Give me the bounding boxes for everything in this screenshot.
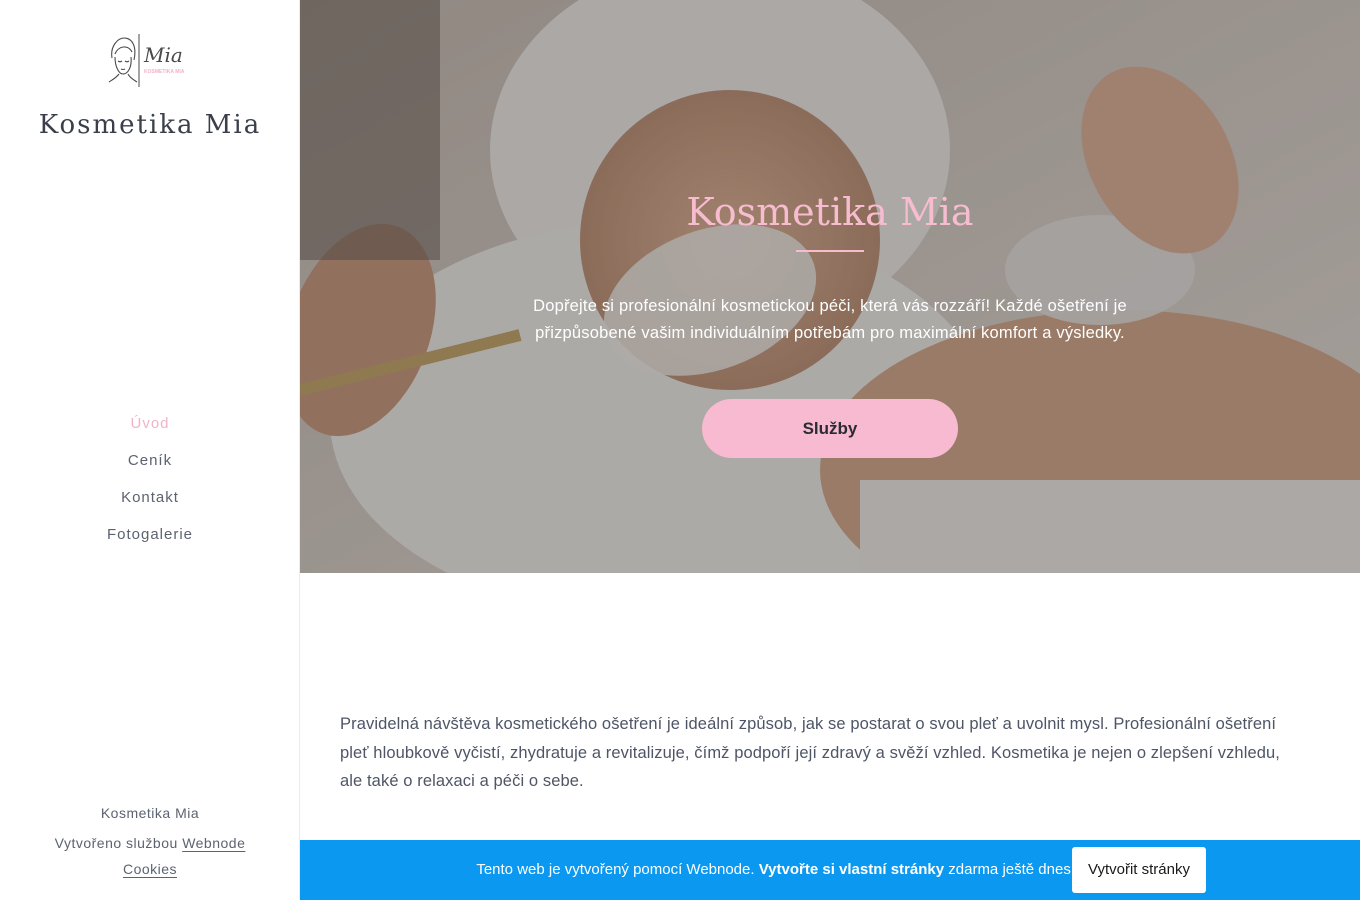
footer-site-name: Kosmetika Mia	[100, 805, 200, 821]
promo-text-bold[interactable]: Vytvořte si vlastní stránky	[759, 861, 944, 878]
services-button[interactable]: Služby	[702, 399, 958, 458]
nav-item-kontakt[interactable]: Kontakt	[0, 486, 300, 523]
nav-item-fotogalerie[interactable]: Fotogalerie	[0, 523, 300, 560]
hero-description: Dopřejte si profesionální kosmetickou pé…	[533, 297, 1127, 342]
hero-overlay	[300, 0, 1360, 573]
nav-item-uvod[interactable]: Úvod	[0, 412, 300, 449]
sidebar: Mia KOSMETIKA MIA Kosmetika Mia Úvod Cen…	[0, 0, 300, 900]
footer-created-prefix: Vytvořeno službou	[54, 835, 178, 851]
hero-divider	[796, 250, 864, 252]
promo-text: Tento web je vytvořený pomocí Webnode. V…	[300, 840, 1075, 900]
webnode-promo-bar: Tento web je vytvořený pomocí Webnode. V…	[300, 840, 1360, 900]
svg-text:KOSMETIKA MIA: KOSMETIKA MIA	[144, 69, 185, 75]
site-title[interactable]: Kosmetika Mia	[0, 110, 300, 140]
create-site-button[interactable]: Vytvořit stránky	[1072, 847, 1206, 893]
nav-item-cenik[interactable]: Ceník	[0, 449, 300, 486]
site-logo[interactable]: Mia KOSMETIKA MIA	[104, 30, 200, 90]
promo-text-after: zdarma ještě dnes!	[944, 861, 1075, 878]
hero-section: Kosmetika Mia Dopřejte si profesionální …	[300, 0, 1360, 573]
footer-created-by: Vytvořeno službou Webnode	[0, 830, 300, 856]
webnode-link[interactable]: Webnode	[182, 835, 245, 851]
svg-text:Mia: Mia	[143, 43, 183, 67]
intro-paragraph: Pravidelná návštěva kosmetického ošetřen…	[340, 715, 1280, 790]
sidebar-footer: Kosmetika Mia Vytvořeno službou Webnode …	[0, 800, 300, 882]
logo-face-icon: Mia KOSMETIKA MIA	[108, 34, 185, 87]
hero-title: Kosmetika Mia	[686, 190, 974, 234]
cookies-link[interactable]: Cookies	[123, 861, 177, 877]
main-nav: Úvod Ceník Kontakt Fotogalerie	[0, 412, 300, 560]
promo-text-before: Tento web je vytvořený pomocí Webnode.	[476, 861, 759, 878]
